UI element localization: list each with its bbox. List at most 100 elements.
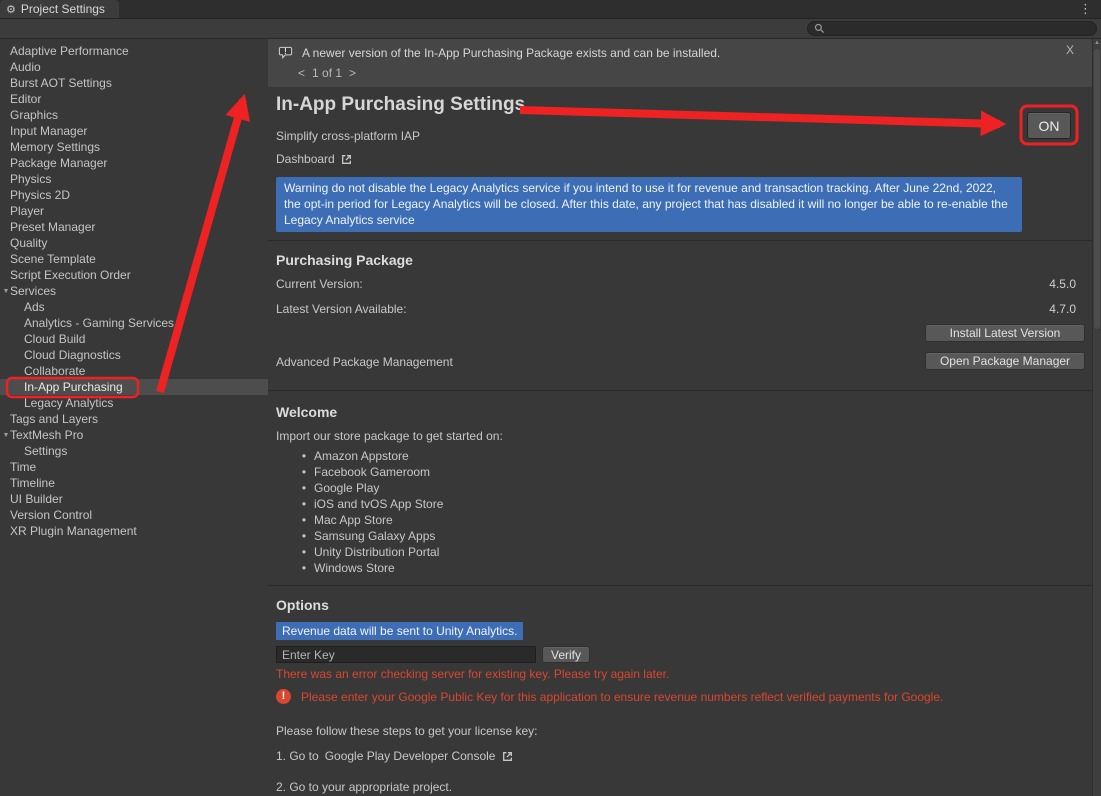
sidebar-item[interactable]: ▼ Editor — [0, 91, 268, 107]
sidebar-item[interactable]: ▼ In-App Purchasing — [0, 379, 268, 395]
sidebar-item-label: Cloud Diagnostics — [24, 348, 121, 362]
sidebar-item[interactable]: ▼ Collaborate — [0, 363, 268, 379]
sidebar-item-label: Version Control — [10, 508, 92, 522]
store-label: Amazon Appstore — [314, 448, 409, 464]
sidebar-item[interactable]: ▼ Package Manager — [0, 155, 268, 171]
pager-next-icon[interactable]: > — [349, 66, 356, 80]
foldout-open-icon[interactable]: ▼ — [1, 284, 11, 300]
sidebar-item-label: Memory Settings — [10, 140, 100, 154]
install-latest-version-button[interactable]: Install Latest Version — [925, 324, 1085, 342]
sidebar-item[interactable]: ▼ Burst AOT Settings — [0, 75, 268, 91]
sidebar-item[interactable]: ▼ Physics 2D — [0, 187, 268, 203]
sidebar-item-label: Collaborate — [24, 364, 85, 378]
sidebar-item[interactable]: ▼ UI Builder — [0, 491, 268, 507]
scroll-up-icon[interactable]: ▲ — [1093, 40, 1101, 46]
latest-version-row: Latest Version Available: 4.7.0 — [276, 302, 1092, 316]
license-steps-intro: Please follow these steps to get your li… — [276, 724, 537, 738]
google-public-key-input[interactable] — [276, 646, 536, 663]
step-1-row: 1. Go to Google Play Developer Console — [276, 749, 514, 763]
sidebar-item-label: Tags and Layers — [10, 412, 98, 426]
kebab-menu-icon[interactable]: ⋮ — [1070, 0, 1101, 18]
verify-key-button[interactable]: Verify — [542, 646, 590, 663]
sidebar-item[interactable]: ▼ Graphics — [0, 107, 268, 123]
sidebar-item-label: Analytics - Gaming Services — [24, 316, 174, 330]
store-label: Unity Distribution Portal — [314, 544, 439, 560]
package-update-notification: ! A newer version of the In-App Purchasi… — [268, 39, 1092, 87]
open-package-manager-button[interactable]: Open Package Manager — [925, 352, 1085, 370]
sidebar-item-label: Graphics — [10, 108, 58, 122]
sidebar-item[interactable]: ▼ Ads — [0, 299, 268, 315]
page-title: In-App Purchasing Settings — [276, 94, 525, 116]
google-play-console-link[interactable]: Google Play Developer Console — [325, 749, 496, 763]
bullet-icon: • — [300, 496, 308, 512]
sidebar-item[interactable]: ▼ Scene Template — [0, 251, 268, 267]
sidebar-item-label: XR Plugin Management — [10, 524, 137, 538]
sidebar-item[interactable]: ▼ Cloud Build — [0, 331, 268, 347]
notification-message: A newer version of the In-App Purchasing… — [302, 46, 720, 60]
key-check-error-message: There was an error checking server for e… — [276, 667, 669, 681]
store-label: Google Play — [314, 480, 379, 496]
step-1-prefix: 1. Go to — [276, 749, 319, 763]
iap-toggle-on-button[interactable]: ON — [1027, 112, 1071, 139]
sidebar-item-label: Ads — [24, 300, 45, 314]
sidebar-item-label: Time — [10, 460, 36, 474]
sidebar-item[interactable]: ▼ Audio — [0, 59, 268, 75]
sidebar-item[interactable]: ▼ TextMesh Pro — [0, 427, 268, 443]
sidebar-item[interactable]: ▼ Physics — [0, 171, 268, 187]
sidebar-item[interactable]: ▼ Services — [0, 283, 268, 299]
store-list-item: • Amazon Appstore — [300, 448, 443, 464]
sidebar-item-label: Physics 2D — [10, 188, 70, 202]
sidebar-item[interactable]: ▼ Memory Settings — [0, 139, 268, 155]
dashboard-label: Dashboard — [276, 152, 335, 166]
sidebar-item[interactable]: ▼ XR Plugin Management — [0, 523, 268, 539]
bullet-icon: • — [300, 512, 308, 528]
pager-prev-icon[interactable]: < — [298, 66, 305, 80]
store-list-item: • Windows Store — [300, 560, 443, 576]
store-label: iOS and tvOS App Store — [314, 496, 443, 512]
sidebar-item[interactable]: ▼ Script Execution Order — [0, 267, 268, 283]
divider — [268, 390, 1092, 391]
store-list-item: • Samsung Galaxy Apps — [300, 528, 443, 544]
sidebar-item[interactable]: ▼ Settings — [0, 443, 268, 459]
scrollbar-thumb[interactable] — [1094, 49, 1100, 329]
dashboard-link[interactable]: Dashboard — [276, 152, 353, 166]
sidebar-item-label: Editor — [10, 92, 41, 106]
store-list-item: • Mac App Store — [300, 512, 443, 528]
purchasing-package-title: Purchasing Package — [276, 252, 413, 268]
console-info-icon: ! — [278, 45, 293, 60]
sidebar-item[interactable]: ▼ Cloud Diagnostics — [0, 347, 268, 363]
external-link-icon — [340, 153, 353, 166]
sidebar-item-label: Quality — [10, 236, 47, 250]
tab-project-settings[interactable]: ⚙ Project Settings — [0, 0, 119, 18]
simplify-iap-label: Simplify cross-platform IAP — [276, 129, 420, 143]
current-version-label: Current Version: — [276, 277, 363, 291]
vertical-scrollbar[interactable]: ▲ — [1092, 39, 1101, 796]
pager-label: 1 of 1 — [312, 66, 342, 80]
sidebar-item[interactable]: ▼ Preset Manager — [0, 219, 268, 235]
sidebar-item[interactable]: ▼ Analytics - Gaming Services — [0, 315, 268, 331]
bullet-icon: • — [300, 464, 308, 480]
close-icon[interactable]: X — [1066, 43, 1074, 57]
foldout-open-icon[interactable]: ▼ — [1, 428, 11, 444]
sidebar-item-label: Services — [10, 284, 56, 298]
sidebar-item[interactable]: ▼ Quality — [0, 235, 268, 251]
sidebar-item[interactable]: ▼ Version Control — [0, 507, 268, 523]
search-box[interactable] — [807, 21, 1097, 36]
sidebar-item[interactable]: ▼ Legacy Analytics — [0, 395, 268, 411]
sidebar-item[interactable]: ▼ Player — [0, 203, 268, 219]
sidebar-item[interactable]: ▼ Time — [0, 459, 268, 475]
search-input[interactable] — [829, 23, 1090, 35]
sidebar-item[interactable]: ▼ Timeline — [0, 475, 268, 491]
store-label: Mac App Store — [314, 512, 393, 528]
sidebar-item-label: Legacy Analytics — [24, 396, 113, 410]
current-version-value: 4.5.0 — [1049, 277, 1076, 291]
latest-version-value: 4.7.0 — [1049, 302, 1076, 316]
sidebar-item[interactable]: ▼ Input Manager — [0, 123, 268, 139]
external-link-icon[interactable] — [501, 750, 514, 763]
latest-version-label: Latest Version Available: — [276, 302, 407, 316]
legacy-analytics-warning-box: Warning do not disable the Legacy Analyt… — [276, 177, 1022, 232]
sidebar-item[interactable]: ▼ Adaptive Performance — [0, 43, 268, 59]
bullet-icon: • — [300, 448, 308, 464]
sidebar-item[interactable]: ▼ Tags and Layers — [0, 411, 268, 427]
store-list-item: • iOS and tvOS App Store — [300, 496, 443, 512]
